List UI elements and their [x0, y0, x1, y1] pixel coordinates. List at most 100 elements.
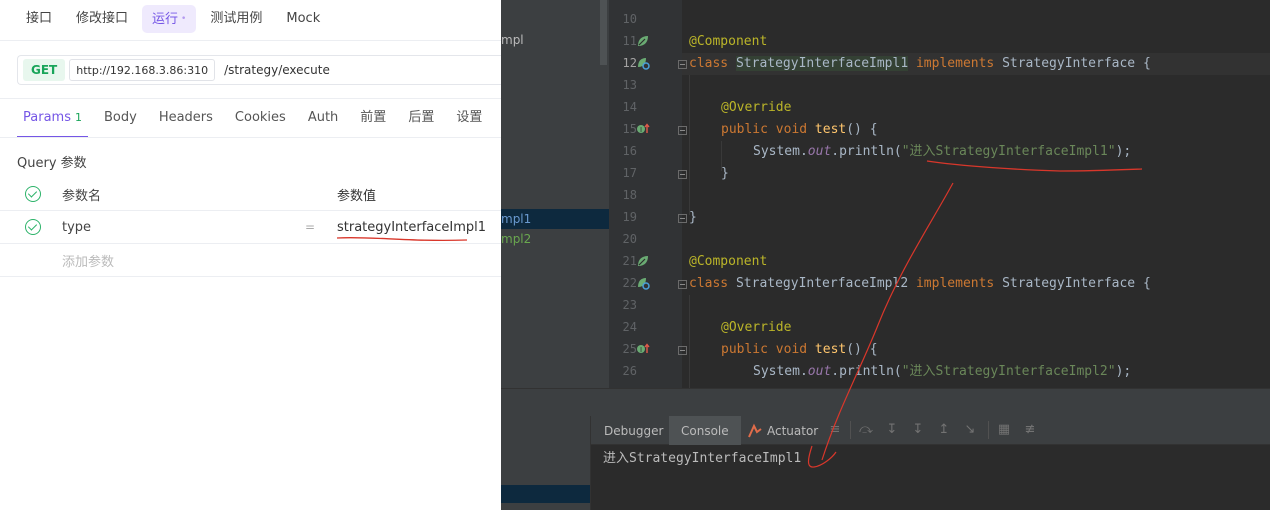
implements-method-icon[interactable]: I [636, 122, 650, 136]
top-tabs: 接口 修改接口 运行 • 测试用例 Mock [16, 5, 334, 33]
line-number: 21 [622, 254, 637, 268]
tab-auth[interactable]: Auth [302, 104, 344, 138]
fold-marker[interactable] [678, 346, 687, 355]
spring-bean-icon[interactable] [636, 34, 650, 48]
header-param-name: 参数名 [62, 188, 102, 204]
params-count-badge: 1 [74, 111, 82, 124]
keyword-token: implements [908, 276, 1003, 291]
equals-sign: = [305, 220, 316, 234]
tab-cookies[interactable]: Cookies [229, 104, 292, 138]
spring-bean-search-icon[interactable] [636, 276, 650, 290]
interface-token: StrategyInterface { [1002, 276, 1151, 291]
line-number: 24 [622, 320, 637, 334]
call-token: .println( [831, 364, 902, 379]
line-number: 23 [622, 298, 637, 312]
brace-token: } [721, 166, 729, 181]
code-line-21: @Component [689, 251, 767, 273]
line-number: 17 [622, 166, 637, 180]
tab-headers[interactable]: Headers [153, 104, 219, 138]
keyword-token: implements [908, 56, 1003, 71]
line-number: 14 [622, 100, 637, 114]
annotation-token: @Override [721, 100, 792, 115]
editor-bottom-bar [501, 388, 1270, 416]
tree-item-selected[interactable]: mpl1 [501, 209, 609, 229]
system-token: System. [753, 144, 808, 159]
annotation-token: @Component [689, 254, 768, 269]
code-line-19: } [689, 207, 697, 229]
method-select[interactable]: GET [23, 59, 66, 81]
path-input[interactable]: /strategy/execute [224, 63, 330, 77]
row-enabled-check-icon[interactable] [25, 219, 41, 235]
implements-method-icon[interactable]: I [636, 342, 650, 356]
tab-post-script[interactable]: 后置 [402, 104, 440, 138]
tree-item[interactable]: mpl2 [501, 229, 609, 249]
spring-bean-icon[interactable] [636, 254, 650, 268]
divider [0, 98, 501, 99]
force-step-into-icon[interactable]: ↧ [911, 423, 925, 437]
spring-bean-search-icon[interactable] [636, 56, 650, 70]
method-name-token: test [814, 122, 847, 137]
class-name-token: StrategyInterfaceImpl2 [735, 276, 909, 291]
string-token: "进入StrategyInterfaceImpl2" [901, 364, 1116, 379]
actuator-icon [748, 423, 762, 438]
toolbar-separator [850, 421, 851, 439]
tab-mock[interactable]: Mock [276, 5, 330, 33]
tab-pre-script[interactable]: 前置 [354, 104, 392, 138]
param-name-input[interactable]: type [62, 220, 91, 235]
api-panel: 接口 修改接口 运行 • 测试用例 Mock GET http://192.168… [0, 0, 517, 510]
tree-scrollbar[interactable] [600, 0, 607, 65]
tab-debugger[interactable]: Debugger [604, 416, 663, 445]
line-number: 16 [622, 144, 637, 158]
menu-icon[interactable]: ≡ [828, 423, 842, 437]
step-out-icon[interactable]: ↥ [937, 423, 951, 437]
system-token: System. [753, 364, 808, 379]
services-tree-selected[interactable] [501, 485, 590, 503]
query-params-title: Query 参数 [17, 156, 87, 171]
tree-item[interactable]: mpl [501, 30, 609, 50]
code-line-22: class StrategyInterfaceImpl2 implements … [689, 273, 1151, 295]
code-line-11: @Component [689, 31, 767, 53]
tab-actuator[interactable]: Actuator [767, 416, 818, 445]
keyword-token: public void [721, 342, 815, 357]
line-number: 19 [622, 210, 637, 224]
fold-marker[interactable] [678, 60, 687, 69]
step-into-icon[interactable]: ↧ [885, 423, 899, 437]
header-param-value: 参数值 [337, 188, 377, 204]
tab-edit-interface[interactable]: 修改接口 [66, 5, 138, 33]
tab-settings[interactable]: 设置 [450, 104, 488, 138]
select-all-check-icon[interactable] [25, 186, 41, 202]
tab-interface[interactable]: 接口 [16, 5, 62, 33]
tab-test-cases[interactable]: 测试用例 [200, 5, 272, 33]
add-param-input[interactable]: 添加参数 [62, 251, 114, 270]
tab-params[interactable]: Params 1 [17, 104, 88, 138]
run-to-cursor-icon[interactable]: ↘ [963, 423, 977, 437]
line-number: 20 [622, 232, 637, 246]
line-number: 26 [622, 364, 637, 378]
evaluate-icon[interactable]: ▦ [997, 423, 1011, 437]
tab-params-label: Params [23, 110, 71, 125]
url-bar: GET http://192.168.3.86:310 /strategy/ex… [17, 55, 517, 85]
fold-marker[interactable] [678, 126, 687, 135]
line-number: 10 [622, 12, 637, 26]
tab-run-label: 运行 [152, 12, 179, 27]
code-line-12: class StrategyInterfaceImpl1 implements … [689, 53, 1151, 75]
fold-marker[interactable] [678, 280, 687, 289]
tab-body[interactable]: Body [98, 104, 143, 138]
tab-run[interactable]: 运行 • [142, 5, 197, 33]
keyword-token: class [689, 56, 736, 71]
fold-marker[interactable] [678, 170, 687, 179]
trace-icon[interactable]: ≢ [1023, 423, 1037, 437]
step-over-icon[interactable]: ⤼ [859, 423, 873, 437]
param-value-input[interactable]: strategyInterfaceImpl1 [337, 220, 486, 235]
paren-token: () { [846, 122, 878, 137]
code-line-14: @Override [721, 97, 791, 119]
fold-marker[interactable] [678, 214, 687, 223]
host-prefix[interactable]: http://192.168.3.86:310 [69, 59, 216, 81]
keyword-token: public void [721, 122, 815, 137]
end-token: ); [1115, 364, 1132, 379]
svg-text:I: I [640, 126, 642, 134]
brace-token: } [689, 210, 697, 225]
annotation-token: @Override [721, 320, 792, 335]
request-sub-tabs: Params 1 Body Headers Cookies Auth 前置 后置 … [17, 104, 498, 138]
tab-console[interactable]: Console [669, 416, 741, 445]
